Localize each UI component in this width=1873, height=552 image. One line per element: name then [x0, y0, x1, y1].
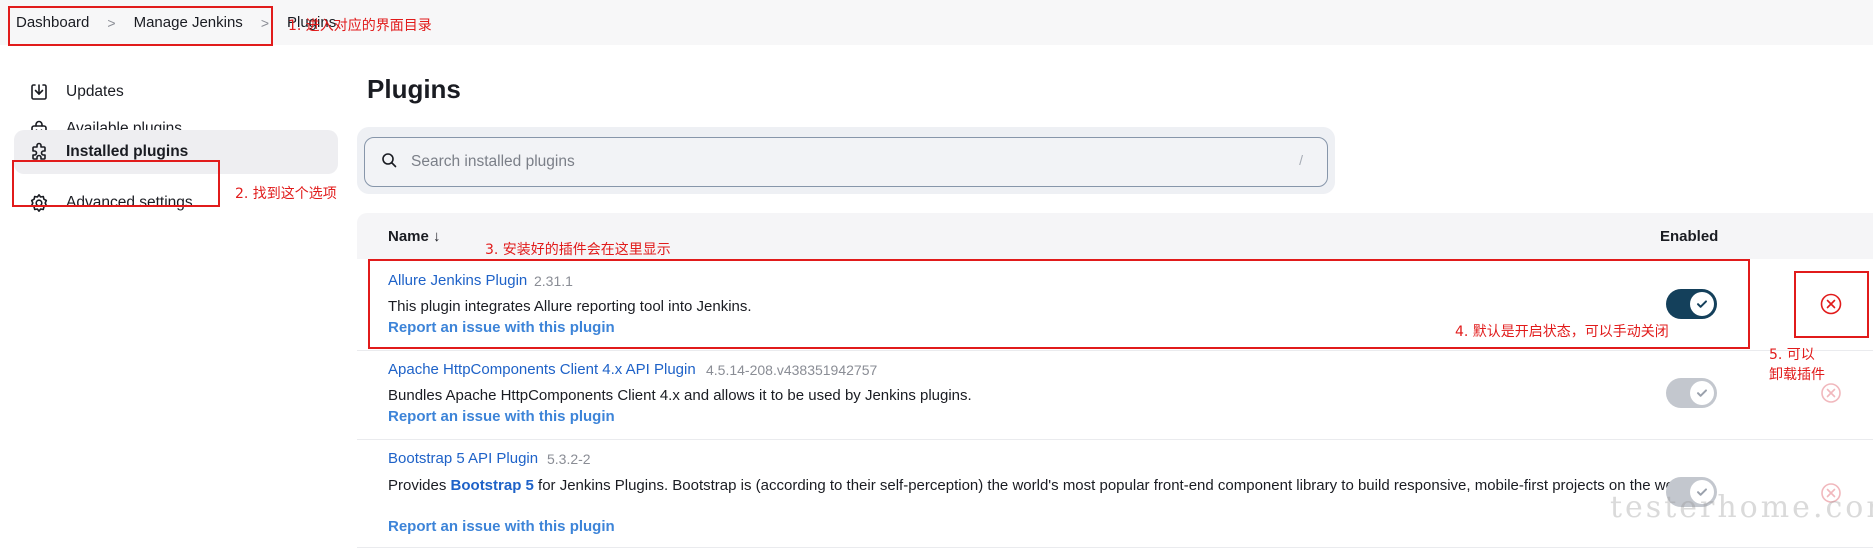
- annotation-3: 3. 安装好的插件会在这里显示: [485, 242, 671, 258]
- plugin-version: 5.3.2-2: [547, 451, 591, 467]
- plugin-name-link[interactable]: Bootstrap 5 API Plugin: [388, 450, 538, 467]
- column-header-enabled: Enabled: [1660, 228, 1719, 245]
- plugin-name-link[interactable]: Apache HttpComponents Client 4.x API Plu…: [388, 361, 696, 378]
- annotation-box-breadcrumb: [8, 6, 273, 46]
- sidebar-item-label: Updates: [66, 83, 124, 100]
- search-icon: [381, 152, 397, 173]
- plugin-version: 4.5.14-208.v438351942757: [706, 362, 878, 378]
- annotation-2: 2. 找到这个选项: [235, 186, 337, 202]
- row-divider: [357, 350, 1873, 351]
- annotation-1: 1. 进入对应的界面目录: [288, 18, 432, 34]
- annotation-5-line2: 卸载插件: [1769, 367, 1825, 383]
- enabled-toggle[interactable]: [1666, 378, 1717, 408]
- annotation-box-uninstall: [1794, 271, 1869, 338]
- annotation-5-line1: 5. 可以: [1769, 347, 1815, 363]
- search-shortcut-hint: /: [1299, 152, 1303, 168]
- download-icon: [28, 81, 50, 103]
- plugin-description: Bundles Apache HttpComponents Client 4.x…: [388, 387, 972, 404]
- report-issue-link[interactable]: Report an issue with this plugin: [388, 408, 615, 425]
- row-divider: [357, 439, 1873, 440]
- plugin-description-prefix: Provides: [388, 477, 451, 494]
- report-issue-link[interactable]: Report an issue with this plugin: [388, 518, 615, 535]
- check-icon: [1690, 381, 1714, 405]
- column-header-name[interactable]: Name ↓: [388, 228, 441, 245]
- watermark: testerhome.com: [1610, 490, 1873, 525]
- search-box[interactable]: /: [364, 137, 1328, 187]
- search-input[interactable]: [411, 153, 1271, 171]
- row-divider: [357, 547, 1873, 548]
- annotation-4: 4. 默认是开启状态，可以手动关闭: [1455, 324, 1669, 340]
- plugin-description: Provides Bootstrap 5 for Jenkins Plugins…: [388, 475, 1698, 496]
- sidebar-item-label: Installed plugins: [66, 143, 189, 160]
- annotation-box-installed-plugins: [12, 160, 220, 207]
- uninstall-icon: [1819, 381, 1843, 405]
- plugin-description-link[interactable]: Bootstrap 5: [451, 477, 534, 494]
- plugin-description-suffix: for Jenkins Plugins. Bootstrap is (accor…: [533, 477, 1687, 494]
- page-title: Plugins: [367, 74, 461, 104]
